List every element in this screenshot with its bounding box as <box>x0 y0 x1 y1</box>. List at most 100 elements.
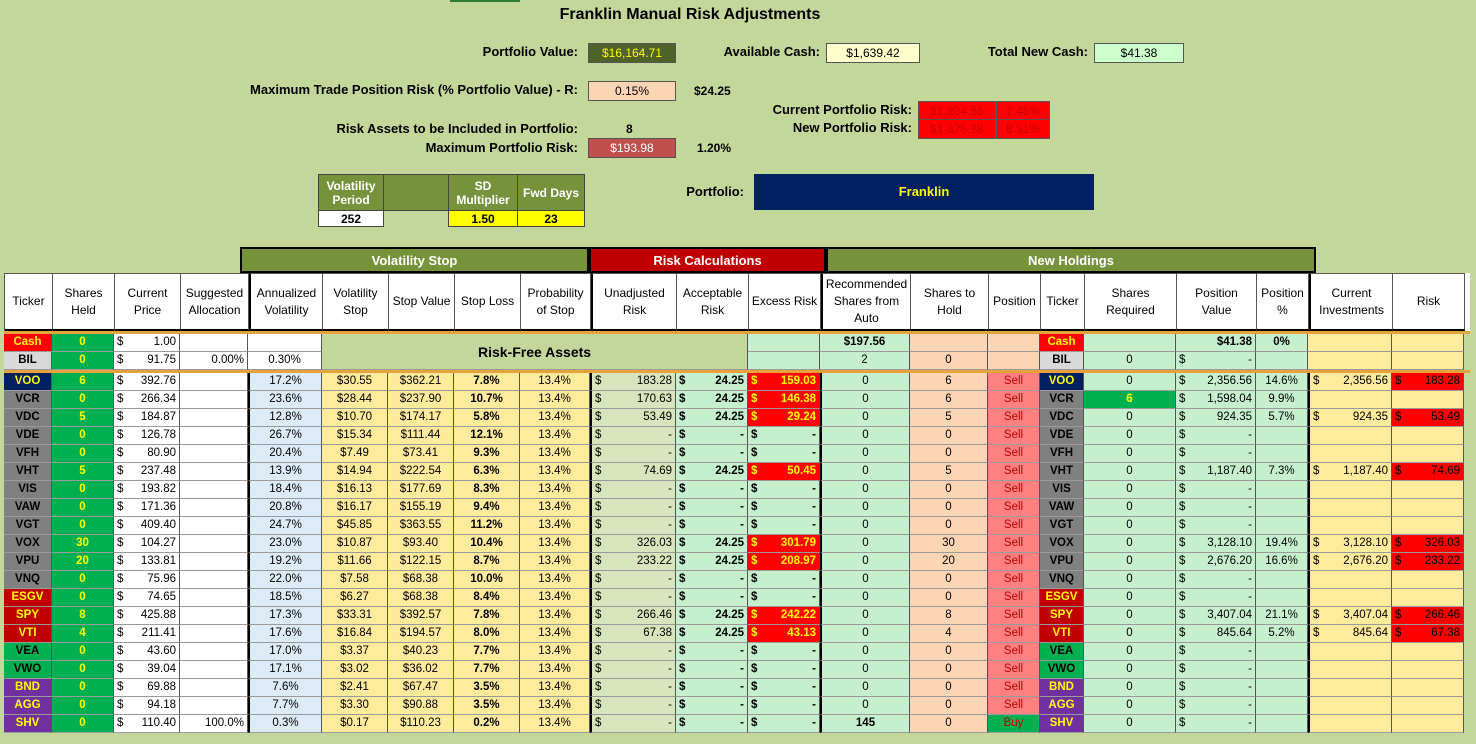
alloc-vnq[interactable] <box>180 571 248 589</box>
shares-to-hold-vis[interactable]: 0 <box>910 481 988 499</box>
shares-held-vht[interactable]: 5 <box>52 463 114 481</box>
shares-to-hold-vti[interactable]: 4 <box>910 625 988 643</box>
shares-to-hold-bnd[interactable]: 0 <box>910 679 988 697</box>
total-new-cash[interactable]: $41.38 <box>1094 43 1184 63</box>
shares-held-vpu[interactable]: 20 <box>52 553 114 571</box>
alloc-vis[interactable] <box>180 481 248 499</box>
position-vis[interactable]: Sell <box>988 481 1040 499</box>
alloc-vcr[interactable] <box>180 391 248 409</box>
shares-held-vfh[interactable]: 0 <box>52 445 114 463</box>
volatility-period-value[interactable]: 252 <box>318 210 384 227</box>
hold-bil[interactable]: 0 <box>910 352 988 370</box>
shares-to-hold-vea[interactable]: 0 <box>910 643 988 661</box>
position-vox[interactable]: Sell <box>988 535 1040 553</box>
shares-held-vdc[interactable]: 5 <box>52 409 114 427</box>
shares-held-bil[interactable]: 0 <box>52 352 114 370</box>
position-vcr[interactable]: Sell <box>988 391 1040 409</box>
position-value-vdc-symbol: $ <box>1179 411 1186 423</box>
shares-held-esgv[interactable]: 0 <box>52 589 114 607</box>
alloc-vaw[interactable] <box>180 499 248 517</box>
shares-held-vnq[interactable]: 0 <box>52 571 114 589</box>
price-vpu-symbol: $ <box>117 555 124 567</box>
position-bnd[interactable]: Sell <box>988 679 1040 697</box>
shares-held-vox[interactable]: 30 <box>52 535 114 553</box>
shares-to-hold-vwo[interactable]: 0 <box>910 661 988 679</box>
position-voo[interactable]: Sell <box>988 373 1040 391</box>
sd-multiplier-value[interactable]: 1.50 <box>448 210 518 227</box>
alloc-bil[interactable]: 0.00% <box>180 352 248 370</box>
position-vti[interactable]: Sell <box>988 625 1040 643</box>
position-shv[interactable]: Buy <box>988 715 1040 733</box>
position-vgt[interactable]: Sell <box>988 517 1040 535</box>
alloc-esgv[interactable] <box>180 589 248 607</box>
position-vpu[interactable]: Sell <box>988 553 1040 571</box>
position-vdc[interactable]: Sell <box>988 409 1040 427</box>
shares-held-agg[interactable]: 0 <box>52 697 114 715</box>
shares-held-cash[interactable]: 0 <box>52 334 114 352</box>
shares-held-bnd[interactable]: 0 <box>52 679 114 697</box>
shares-to-hold-vht[interactable]: 5 <box>910 463 988 481</box>
shares-to-hold-vnq[interactable]: 0 <box>910 571 988 589</box>
alloc-voo[interactable] <box>180 373 248 391</box>
shares-held-shv[interactable]: 0 <box>52 715 114 733</box>
alloc-vgt[interactable] <box>180 517 248 535</box>
shares-held-vcr[interactable]: 0 <box>52 391 114 409</box>
stop-value-vea: $40.23 <box>388 643 454 661</box>
alloc-cash[interactable] <box>180 334 248 352</box>
fwd-days-value[interactable]: 23 <box>517 210 585 227</box>
position-vwo[interactable]: Sell <box>988 661 1040 679</box>
shares-to-hold-vgt[interactable]: 0 <box>910 517 988 535</box>
shares-to-hold-voo[interactable]: 6 <box>910 373 988 391</box>
alloc-vht[interactable] <box>180 463 248 481</box>
portfolio-value[interactable]: $16,164.71 <box>588 43 676 63</box>
shares-to-hold-spy[interactable]: 8 <box>910 607 988 625</box>
shares-held-vea[interactable]: 0 <box>52 643 114 661</box>
shares-to-hold-vfh[interactable]: 0 <box>910 445 988 463</box>
alloc-vpu[interactable] <box>180 553 248 571</box>
alloc-vdc[interactable] <box>180 409 248 427</box>
alloc-vde[interactable] <box>180 427 248 445</box>
shares-to-hold-vox[interactable]: 30 <box>910 535 988 553</box>
shares-held-vde[interactable]: 0 <box>52 427 114 445</box>
alloc-bnd[interactable] <box>180 679 248 697</box>
shares-held-vgt[interactable]: 0 <box>52 517 114 535</box>
shares-held-vti[interactable]: 4 <box>52 625 114 643</box>
shares-held-voo[interactable]: 6 <box>52 373 114 391</box>
shares-to-hold-shv[interactable]: 0 <box>910 715 988 733</box>
alloc-vfh[interactable] <box>180 445 248 463</box>
alloc-agg[interactable] <box>180 697 248 715</box>
shares-to-hold-vde[interactable]: 0 <box>910 427 988 445</box>
position-esgv[interactable]: Sell <box>988 589 1040 607</box>
shares-to-hold-vaw[interactable]: 0 <box>910 499 988 517</box>
alloc-vwo[interactable] <box>180 661 248 679</box>
prob-stop-vpu: 13.4% <box>520 553 590 571</box>
position-vaw[interactable]: Sell <box>988 499 1040 517</box>
shares-to-hold-vcr[interactable]: 6 <box>910 391 988 409</box>
position-vnq[interactable]: Sell <box>988 571 1040 589</box>
alloc-shv[interactable]: 100.0% <box>180 715 248 733</box>
alloc-vti[interactable] <box>180 625 248 643</box>
shares-to-hold-agg[interactable]: 0 <box>910 697 988 715</box>
shares-held-vis[interactable]: 0 <box>52 481 114 499</box>
alloc-vox[interactable] <box>180 535 248 553</box>
portfolio-name[interactable]: Franklin <box>754 174 1094 210</box>
shares-held-spy[interactable]: 8 <box>52 607 114 625</box>
shares-to-hold-vdc[interactable]: 5 <box>910 409 988 427</box>
alloc-vea[interactable] <box>180 643 248 661</box>
max-trade-risk-pct[interactable]: 0.15% <box>588 81 676 101</box>
shares-held-vaw[interactable]: 0 <box>52 499 114 517</box>
available-cash[interactable]: $1,639.42 <box>826 43 920 63</box>
position-agg[interactable]: Sell <box>988 697 1040 715</box>
rec-shares-vox: 0 <box>820 535 910 553</box>
position-vht[interactable]: Sell <box>988 463 1040 481</box>
shares-to-hold-esgv[interactable]: 0 <box>910 589 988 607</box>
shares-held-vwo[interactable]: 0 <box>52 661 114 679</box>
risk-assets-count[interactable]: 8 <box>626 122 633 136</box>
position-vde[interactable]: Sell <box>988 427 1040 445</box>
position-vfh[interactable]: Sell <box>988 445 1040 463</box>
position-spy[interactable]: Sell <box>988 607 1040 625</box>
alloc-spy[interactable] <box>180 607 248 625</box>
shares-to-hold-vpu[interactable]: 20 <box>910 553 988 571</box>
hold-cash[interactable] <box>910 334 988 352</box>
position-vea[interactable]: Sell <box>988 643 1040 661</box>
